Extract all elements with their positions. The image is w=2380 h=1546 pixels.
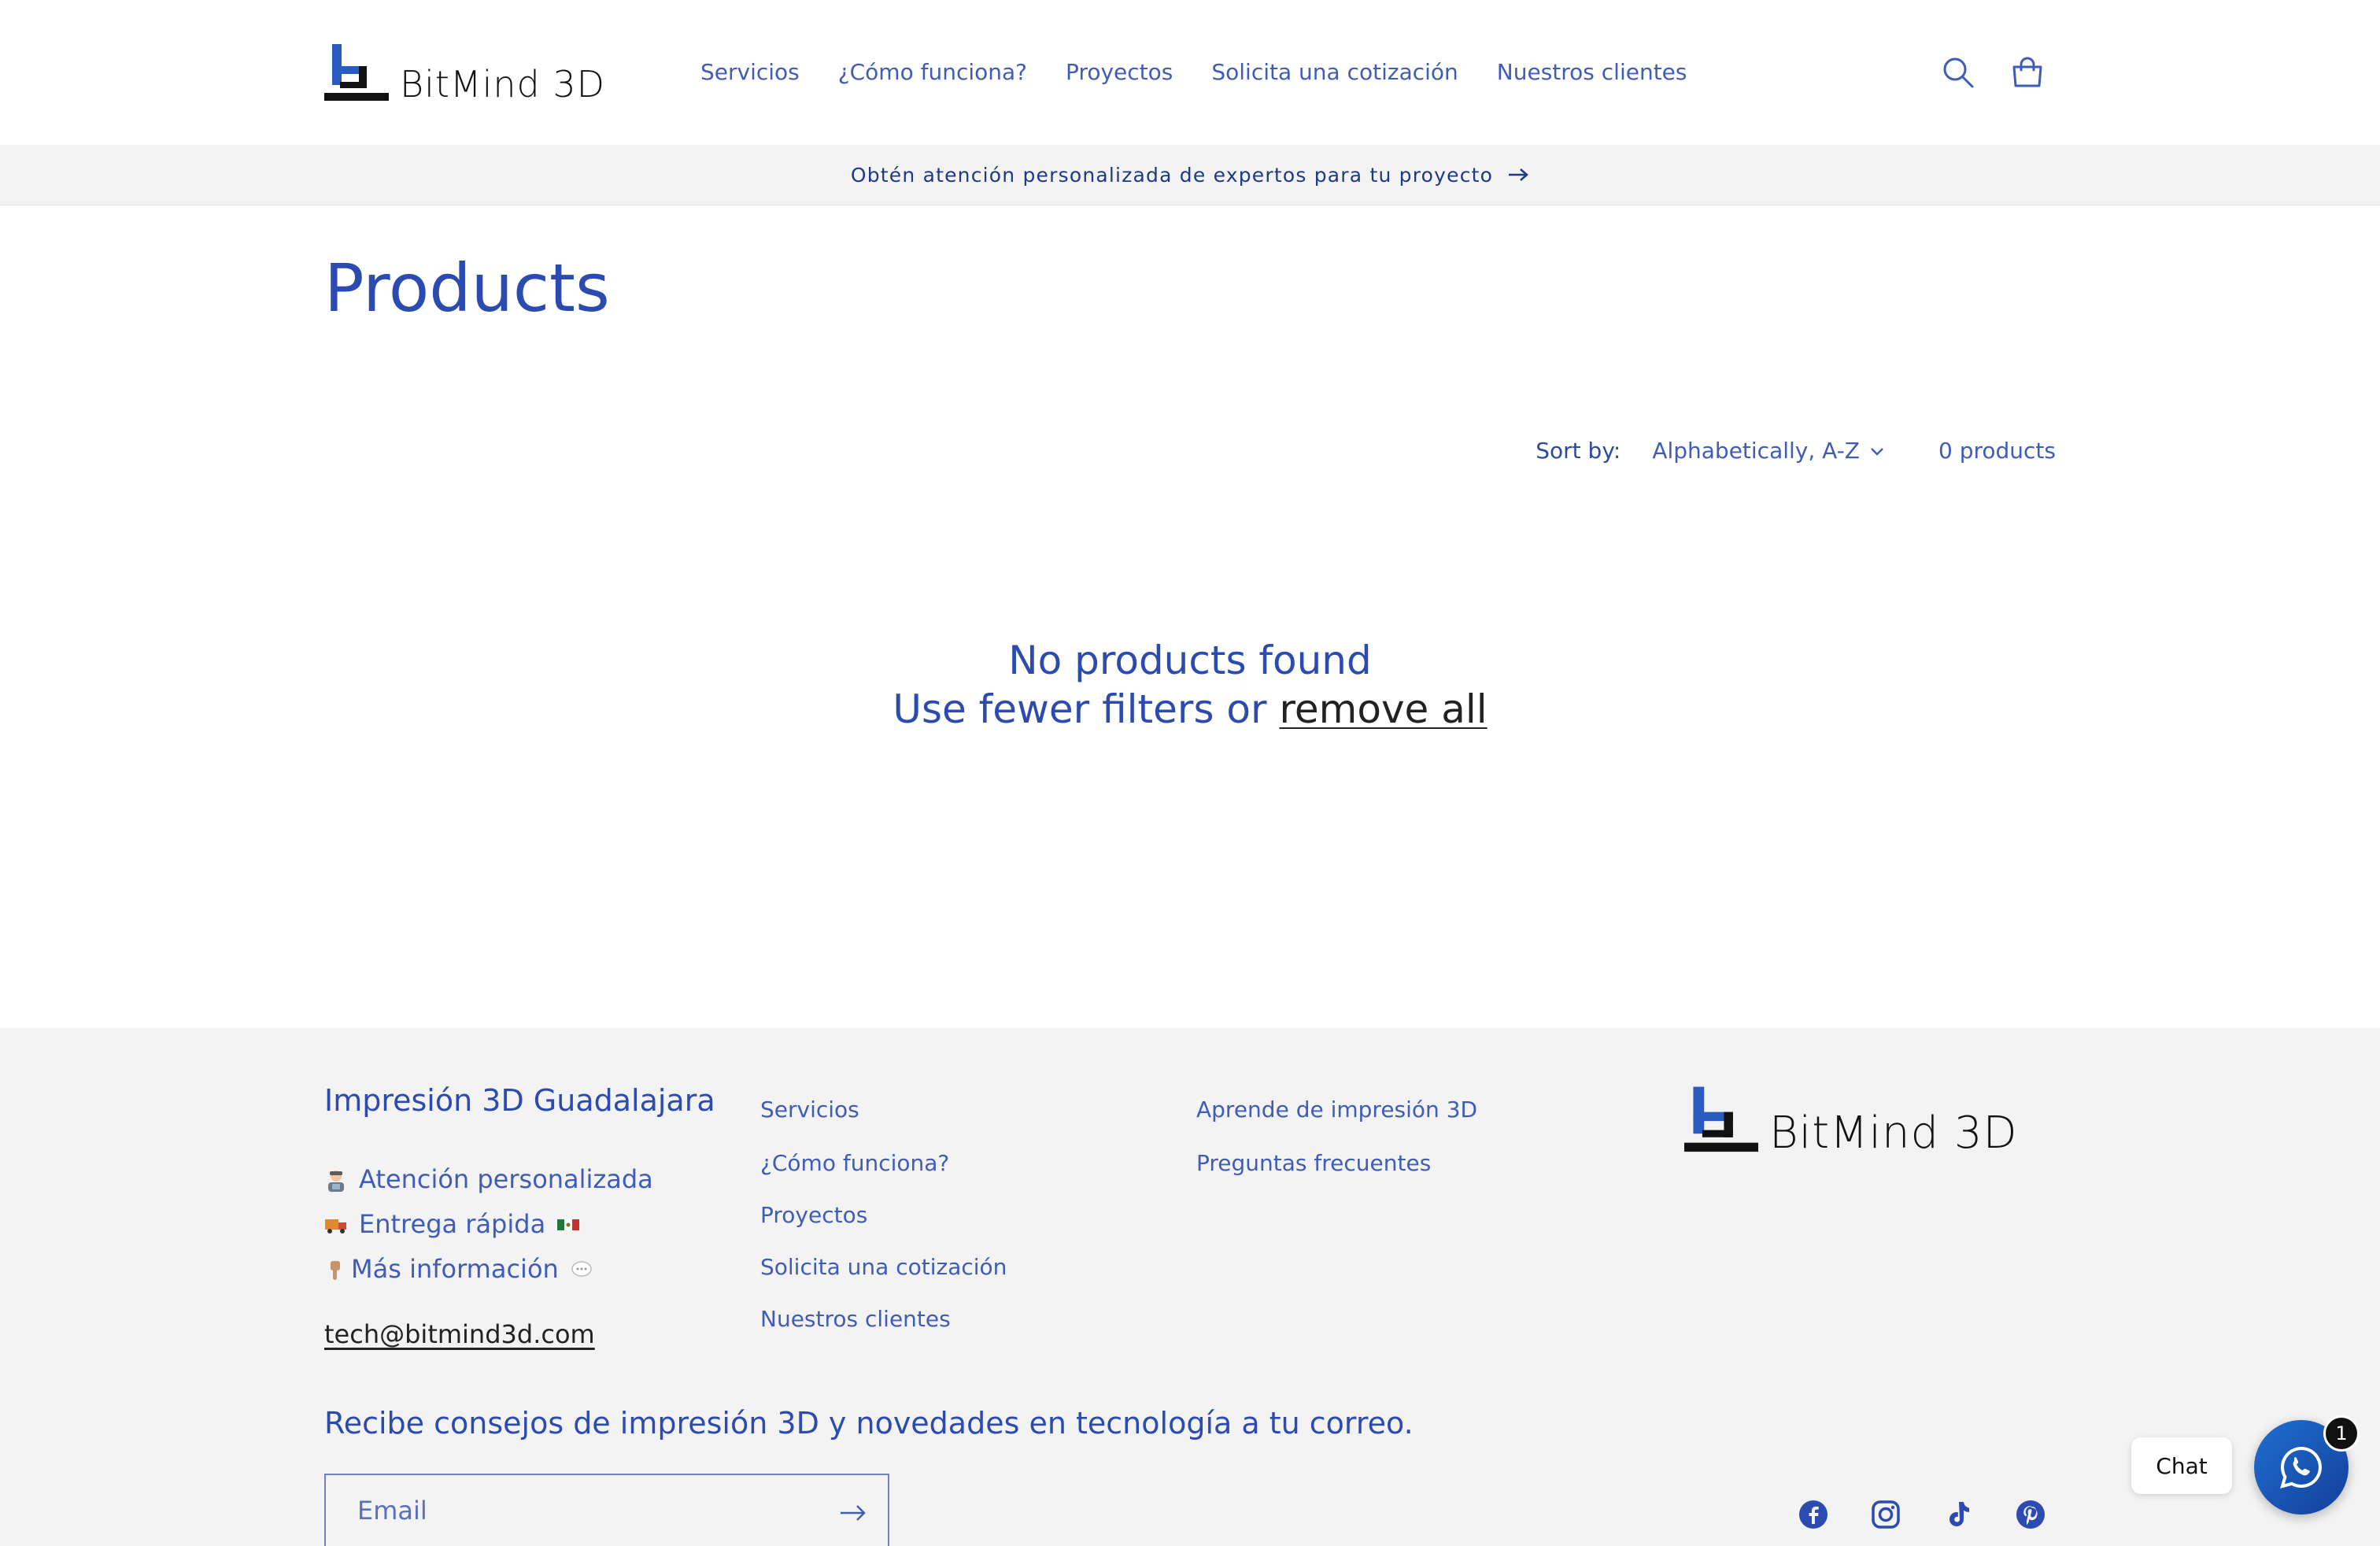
footer-brand-logo[interactable]: BitMind 3D — [1684, 1085, 2018, 1156]
empty-message: Use fewer filters or remove all — [0, 685, 2380, 734]
remove-all-filters-link[interactable]: remove all — [1279, 686, 1487, 732]
feature-row: Más información — [324, 1247, 653, 1292]
facebook-icon — [1799, 1500, 1828, 1529]
logo-mark-icon — [1684, 1086, 1758, 1152]
announcement-text: Obtén atención personalizada de expertos… — [850, 163, 1494, 187]
search-icon — [1943, 57, 1974, 88]
site-header: BitMind 3D Servicios ¿Cómo funciona? Pro… — [0, 0, 2380, 145]
tiktok-icon — [1949, 1502, 1969, 1526]
newsletter-email-input[interactable] — [326, 1475, 814, 1546]
footer-menu-2: Aprende de impresión 3D Preguntas frecue… — [1196, 1091, 1477, 1182]
nav-como-funciona[interactable]: ¿Cómo funciona? — [838, 57, 1027, 88]
main-nav: Servicios ¿Cómo funciona? Proyectos Soli… — [700, 57, 1687, 88]
truck-emoji-icon — [325, 1219, 346, 1233]
footer-heading: Impresión 3D Guadalajara — [324, 1083, 715, 1118]
footer-features: Atención personalizada Entrega rápida Má… — [324, 1157, 653, 1292]
footer-link-preguntas-frecuentes[interactable]: Preguntas frecuentes — [1196, 1145, 1477, 1182]
feature-atencion: Atención personalizada — [359, 1164, 653, 1194]
footer-link-solicita-cotizacion[interactable]: Solicita una cotización — [760, 1248, 1007, 1286]
whatsapp-chat-button[interactable]: 1 — [2254, 1415, 2360, 1515]
nav-proyectos[interactable]: Proyectos — [1066, 57, 1173, 88]
facebook-link[interactable] — [1798, 1499, 1829, 1530]
footer-link-aprende[interactable]: Aprende de impresión 3D — [1196, 1091, 1477, 1129]
nav-nuestros-clientes[interactable]: Nuestros clientes — [1497, 57, 1687, 88]
chat-label[interactable]: Chat — [2131, 1437, 2232, 1494]
pinterest-icon — [2016, 1500, 2045, 1529]
feature-row: Entrega rápida — [324, 1202, 653, 1247]
page-title: Products — [324, 250, 610, 327]
mexico-flag-icon — [557, 1219, 580, 1230]
cart-button[interactable] — [2004, 49, 2051, 96]
nav-solicita-cotizacion[interactable]: Solicita una cotización — [1211, 57, 1458, 88]
sort-bar: Sort by: Alphabetically, A-Z 0 products — [1536, 438, 2056, 464]
tiktok-link[interactable] — [1942, 1499, 1974, 1530]
technician-emoji-icon — [328, 1170, 344, 1192]
feature-mas-informacion: Más información — [351, 1254, 559, 1284]
instagram-icon — [1872, 1500, 1900, 1529]
footer-link-servicios[interactable]: Servicios — [760, 1091, 1007, 1129]
empty-prefix: Use fewer filters or — [893, 686, 1267, 732]
sort-value: Alphabetically, A-Z — [1652, 438, 1860, 464]
chevron-down-icon — [1871, 447, 1883, 456]
feature-row: Atención personalizada — [324, 1157, 653, 1202]
footer-link-nuestros-clientes[interactable]: Nuestros clientes — [760, 1300, 1007, 1338]
social-links — [1798, 1499, 2046, 1530]
brand-name: BitMind 3D — [400, 63, 606, 105]
empty-state: No products found Use fewer filters or r… — [0, 636, 2380, 734]
brand-logo[interactable]: BitMind 3D — [324, 41, 605, 104]
newsletter-submit-button[interactable] — [837, 1497, 869, 1529]
footer-link-proyectos[interactable]: Proyectos — [760, 1196, 1007, 1234]
search-button[interactable] — [1935, 49, 1982, 96]
sort-select[interactable]: Alphabetically, A-Z — [1652, 438, 1885, 464]
whatsapp-icon — [2280, 1446, 2322, 1489]
site-footer: Impresión 3D Guadalajara Atención person… — [0, 1028, 2380, 1546]
arrow-right-icon — [841, 1505, 866, 1521]
feature-entrega: Entrega rápida — [359, 1209, 546, 1239]
speech-bubble-emoji-icon — [571, 1260, 592, 1277]
footer-email-link[interactable]: tech@bitmind3d.com — [324, 1319, 595, 1349]
logo-mark-icon — [324, 44, 389, 101]
pinterest-link[interactable] — [2015, 1499, 2046, 1530]
cart-icon — [2012, 57, 2042, 87]
newsletter-form — [324, 1474, 889, 1546]
instagram-link[interactable] — [1870, 1499, 1901, 1530]
pointing-down-emoji-icon — [331, 1260, 340, 1280]
chat-notification-badge: 1 — [2323, 1415, 2360, 1452]
empty-title: No products found — [1008, 638, 1372, 683]
product-count: 0 products — [1938, 438, 2056, 464]
footer-brand-name: BitMind 3D — [1769, 1108, 2018, 1159]
announcement-bar[interactable]: Obtén atención personalizada de expertos… — [0, 145, 2380, 205]
footer-menu-1: Servicios ¿Cómo funciona? Proyectos Soli… — [760, 1091, 1007, 1338]
sort-label: Sort by: — [1536, 438, 1621, 464]
nav-servicios[interactable]: Servicios — [700, 57, 800, 88]
newsletter-heading: Recibe consejos de impresión 3D y noveda… — [324, 1406, 1414, 1441]
arrow-right-icon — [1509, 168, 1529, 181]
footer-link-como-funciona[interactable]: ¿Cómo funciona? — [760, 1145, 1007, 1182]
